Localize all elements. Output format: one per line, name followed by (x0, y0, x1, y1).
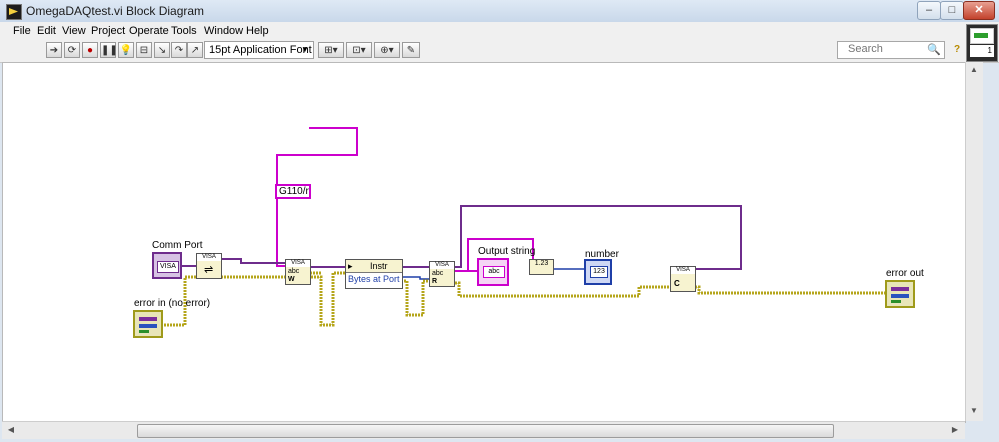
chevron-down-icon: ▼ (301, 45, 309, 54)
toolbar: ➔ ⟳ ● ❚❚ 💡 ⊟ ↘ ↷ ↗ 15pt Application Font… (0, 40, 999, 63)
block-diagram-canvas[interactable]: G110/r Comm Port VISA VISA ⇌ error in (n… (2, 62, 966, 423)
visa-write[interactable]: VISA abc W (285, 259, 311, 285)
run-continuous-icon[interactable]: ⟳ (64, 42, 80, 58)
menu-bar: File Edit View Project Operate Tools Win… (0, 22, 999, 40)
highlight-execution-icon[interactable]: 💡 (118, 42, 134, 58)
vertical-scrollbar[interactable]: ▲ ▼ (965, 62, 983, 421)
horizontal-scrollbar[interactable]: ◀ ▶ (2, 421, 965, 439)
vi-icon (970, 28, 994, 44)
menu-operate[interactable]: Operate (129, 25, 169, 37)
visa-property-node[interactable]: ▸ Instr Bytes at Port (345, 259, 403, 289)
menu-file[interactable]: File (13, 25, 31, 37)
read-r-icon: R (432, 278, 438, 285)
search-box[interactable]: 🔍 (837, 41, 945, 59)
distribute-objects-icon[interactable]: ⊡▾ (346, 42, 372, 58)
error-wire[interactable] (695, 285, 886, 295)
scroll-down-icon[interactable]: ▼ (967, 404, 981, 418)
maximize-button[interactable]: □ (940, 1, 964, 20)
string-constant[interactable]: G110/r (275, 184, 311, 199)
run-arrow-icon[interactable]: ➔ (46, 42, 62, 58)
pause-icon[interactable]: ❚❚ (100, 42, 118, 58)
search-input[interactable] (848, 43, 928, 55)
write-w-icon: W (288, 276, 295, 283)
menu-help[interactable]: Help (246, 25, 269, 37)
horizontal-scroll-thumb[interactable] (137, 424, 834, 438)
close-c-icon: C (674, 279, 680, 288)
help-icon[interactable]: ? (949, 42, 965, 58)
menu-project[interactable]: Project (91, 25, 125, 37)
cleanup-diagram-icon[interactable]: ✎ (402, 42, 420, 58)
menu-window[interactable]: Window (204, 25, 243, 37)
property-bytes-at-port: Bytes at Port (348, 274, 400, 284)
step-over-icon[interactable]: ↷ (171, 42, 187, 58)
font-select-value: 15pt Application Font (209, 44, 312, 56)
title-bar: OmegaDAQtest.vi Block Diagram – □ ✕ (0, 0, 999, 23)
labview-app-icon (6, 4, 22, 20)
error-wire[interactable] (221, 271, 346, 327)
visa-configure-serial-port[interactable]: VISA ⇌ (196, 253, 222, 279)
visa-read[interactable]: VISA abc R (429, 261, 455, 287)
connector-pane-icon[interactable]: 1 (966, 24, 998, 62)
output-string-indicator[interactable]: abc (477, 258, 509, 286)
string-constant-value: G110/r (279, 186, 309, 197)
font-select[interactable]: 15pt Application Font ▼ (204, 41, 314, 59)
close-button[interactable]: ✕ (963, 1, 995, 20)
menu-edit[interactable]: Edit (37, 25, 56, 37)
serial-port-icon: ⇌ (204, 264, 214, 276)
wires-layer (161, 127, 886, 327)
error-out-cluster[interactable] (885, 280, 915, 308)
numeric-wire[interactable] (401, 276, 430, 280)
comm-port-label: Comm Port (152, 240, 203, 251)
scroll-left-icon[interactable]: ◀ (4, 423, 18, 437)
scroll-up-icon[interactable]: ▲ (967, 63, 981, 77)
error-out-label: error out (886, 268, 924, 279)
comm-port-control[interactable]: VISA (152, 252, 182, 279)
error-in-label: error in (no error) (134, 298, 211, 309)
align-objects-icon[interactable]: ⊞▾ (318, 42, 344, 58)
scroll-right-icon[interactable]: ▶ (948, 423, 962, 437)
number-indicator[interactable]: 123 (584, 259, 612, 285)
property-node-class: Instr (370, 261, 388, 271)
reorder-icon[interactable]: ⊕▾ (374, 42, 400, 58)
menu-view[interactable]: View (62, 25, 86, 37)
scan-from-string[interactable]: 1.23 (529, 259, 554, 275)
window-title: OmegaDAQtest.vi Block Diagram (26, 4, 205, 18)
visa-close[interactable]: VISA C (670, 266, 696, 292)
property-node-ref-icon: ▸ (348, 261, 353, 271)
search-icon[interactable]: 🔍 (927, 43, 941, 56)
retain-wire-values-icon[interactable]: ⊟ (136, 42, 152, 58)
menu-tools[interactable]: Tools (171, 25, 197, 37)
output-string-label: Output string (478, 246, 536, 257)
minimize-button[interactable]: – (917, 1, 941, 20)
error-in-cluster[interactable] (133, 310, 163, 338)
abort-icon[interactable]: ● (82, 42, 98, 58)
connector-index: 1 (987, 46, 992, 55)
step-out-icon[interactable]: ↗ (187, 42, 203, 58)
step-into-icon[interactable]: ↘ (154, 42, 170, 58)
error-wire[interactable] (401, 279, 430, 317)
